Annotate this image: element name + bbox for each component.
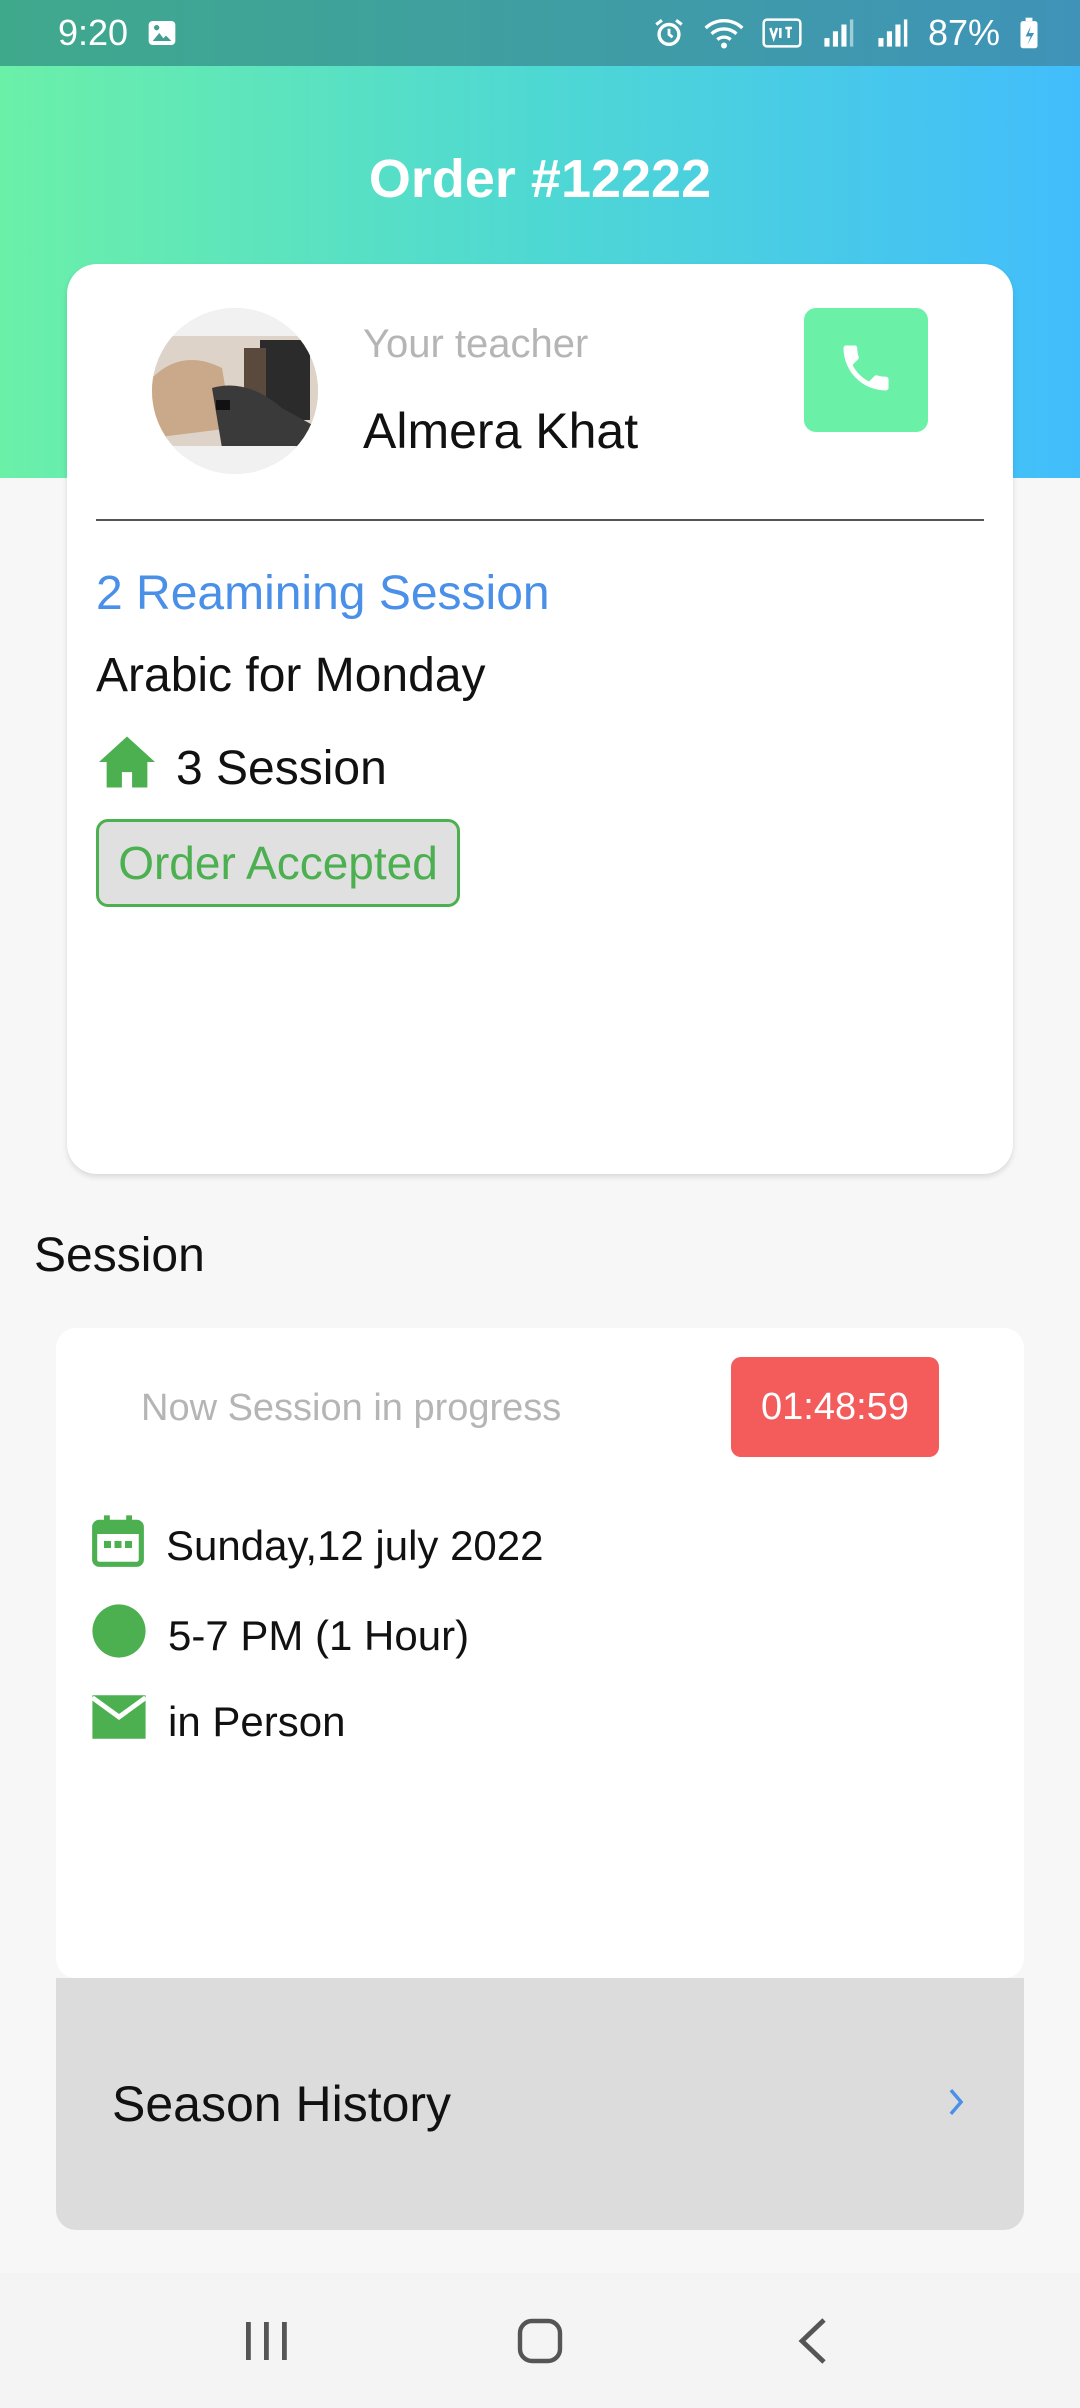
system-nav-bar — [0, 2273, 1080, 2408]
calendar-icon — [90, 1512, 146, 1580]
session-history-label: Season History — [112, 2076, 452, 2132]
back-icon — [798, 2317, 826, 2364]
page-title: Order #12222 — [368, 149, 712, 209]
course-name: Arabic for Monday — [96, 649, 486, 702]
chevron-right-icon — [944, 2085, 968, 2124]
battery-level: 87% — [927, 12, 1000, 53]
teacher-caption: Your teacher — [363, 322, 589, 366]
order-status-badge: Order Accepted — [96, 819, 460, 907]
session-timer: 01:48:59 — [731, 1357, 939, 1457]
session-history-button[interactable]: Season History — [56, 1978, 1024, 2230]
status-bar: 9:20 87% — [0, 0, 1080, 66]
session-count-row: 3 Session — [96, 734, 387, 802]
gallery-icon — [146, 17, 178, 49]
avatar-image — [152, 308, 318, 474]
session-time-row: 5-7 PM (1 Hour) — [90, 1602, 469, 1670]
call-teacher-button[interactable] — [804, 308, 928, 432]
remaining-sessions: 2 Reamining Session — [96, 567, 550, 620]
teacher-avatar — [152, 308, 318, 474]
home-circle-icon — [517, 2318, 563, 2363]
phone-icon — [836, 338, 896, 403]
session-count: 3 Session — [176, 741, 387, 795]
recent-apps-button[interactable] — [207, 2291, 327, 2391]
session-progress-text: Now Session in progress — [141, 1387, 562, 1429]
status-time: 9:20 — [58, 12, 129, 53]
signal-roaming-icon — [874, 16, 910, 50]
card-divider — [96, 519, 984, 521]
session-date: Sunday,12 july 2022 — [166, 1522, 544, 1569]
home-icon — [96, 734, 158, 802]
wifi-icon — [704, 16, 744, 50]
session-mode-row: in Person — [90, 1692, 345, 1752]
battery-charging-icon — [1018, 16, 1040, 50]
recent-apps-icon — [245, 2321, 287, 2360]
session-time: 5-7 PM (1 Hour) — [168, 1612, 470, 1659]
mail-icon — [90, 1692, 148, 1752]
alarm-icon — [652, 16, 686, 50]
session-date-row: Sunday,12 july 2022 — [90, 1512, 544, 1580]
session-mode: in Person — [168, 1698, 346, 1745]
home-button[interactable] — [480, 2291, 600, 2391]
signal-icon — [820, 16, 856, 50]
session-section-title: Session — [34, 1229, 205, 1282]
time-dot-icon — [90, 1602, 148, 1670]
back-button[interactable] — [753, 2291, 873, 2391]
volte-icon — [762, 16, 802, 50]
teacher-name: Almera Khat — [363, 403, 639, 459]
